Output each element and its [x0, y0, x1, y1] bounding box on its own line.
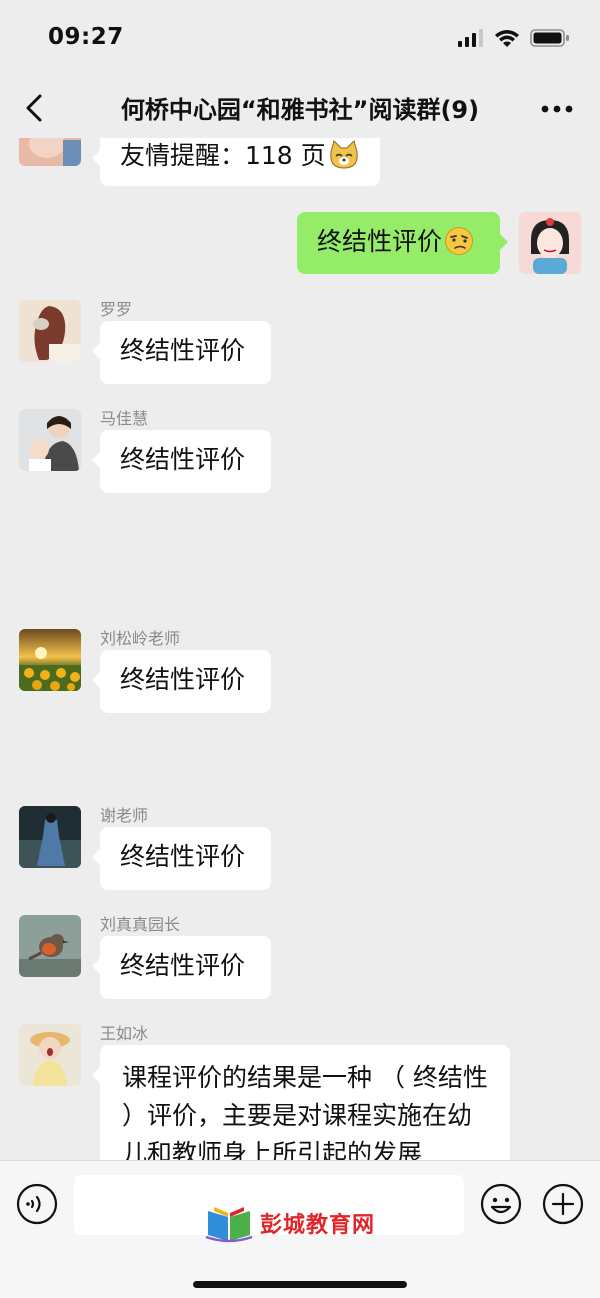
message-text: 终结性评价 [120, 336, 246, 365]
avatar[interactable] [19, 806, 81, 868]
message-text: 友情提醒：118 页 [120, 141, 326, 170]
chat-screen: 09:27 何桥中心园“和雅书社”阅读群(9) 友情提醒：118 页 终结性评价… [0, 0, 600, 1298]
nav-bar: 何桥中心园“和雅书社”阅读群(9) [0, 78, 600, 138]
message-text: 课程评价的结果是一种 （ 终结性 ）评价，主要是对课程实施在幼儿和教师身上所引起… [122, 1063, 488, 1160]
emoji-icon[interactable] [480, 1183, 522, 1225]
avatar[interactable] [19, 300, 81, 362]
message-bubble-outgoing[interactable]: 终结性评价 [297, 212, 508, 274]
voice-icon[interactable] [16, 1183, 58, 1225]
my-avatar[interactable] [519, 212, 581, 274]
battery-icon [530, 29, 569, 47]
input-bar: 彭城教育网 [0, 1160, 600, 1298]
avatar[interactable] [19, 138, 81, 166]
chat-messages[interactable]: 友情提醒：118 页 终结性评价 罗罗 终结性评价 马佳慧 终结性评价 刘松岭老… [0, 138, 600, 1160]
avatar[interactable] [19, 1024, 81, 1086]
signal-icon [458, 29, 483, 47]
sender-name: 罗罗 [100, 300, 133, 319]
message-text: 终结性评价 [120, 951, 246, 980]
message-bubble[interactable]: 终结性评价 [92, 827, 271, 890]
status-time: 09:27 [48, 24, 124, 50]
more-icon[interactable] [540, 104, 574, 114]
book-logo-icon [205, 1207, 253, 1243]
sender-name: 王如冰 [100, 1024, 149, 1043]
cat-face-icon [329, 140, 358, 169]
avatar[interactable] [19, 629, 81, 691]
status-icons [458, 28, 570, 48]
plus-icon[interactable] [542, 1183, 584, 1225]
thinking-face-icon [445, 227, 474, 255]
home-indicator[interactable] [193, 1281, 407, 1288]
message-bubble[interactable]: 终结性评价 [92, 321, 271, 384]
message-text: 终结性评价 [120, 665, 246, 694]
watermark: 彭城教育网 [204, 1203, 375, 1243]
message-text: 终结性评价 [317, 227, 443, 256]
sender-name: 谢老师 [100, 806, 149, 825]
sender-name: 刘真真园长 [100, 915, 181, 934]
chat-title: 何桥中心园“和雅书社”阅读群(9) [120, 96, 480, 124]
message-bubble[interactable]: 终结性评价 [92, 936, 271, 999]
message-bubble[interactable]: 终结性评价 [92, 650, 271, 713]
message-text: 终结性评价 [120, 445, 246, 474]
message-text: 终结性评价 [120, 842, 246, 871]
avatar[interactable] [19, 409, 81, 471]
message-bubble[interactable]: 友情提醒：118 页 [92, 138, 380, 186]
back-arrow-icon[interactable] [20, 91, 50, 125]
wifi-icon [495, 30, 519, 47]
sender-name: 马佳慧 [100, 409, 149, 428]
message-bubble[interactable]: 终结性评价 [92, 430, 271, 493]
watermark-text: 彭城教育网 [260, 1213, 376, 1238]
message-bubble[interactable]: 课程评价的结果是一种 （ 终结性 ）评价，主要是对课程实施在幼儿和教师身上所引起… [92, 1045, 510, 1160]
avatar[interactable] [19, 915, 81, 977]
sender-name: 刘松岭老师 [100, 629, 181, 648]
status-bar: 09:27 [0, 0, 600, 78]
